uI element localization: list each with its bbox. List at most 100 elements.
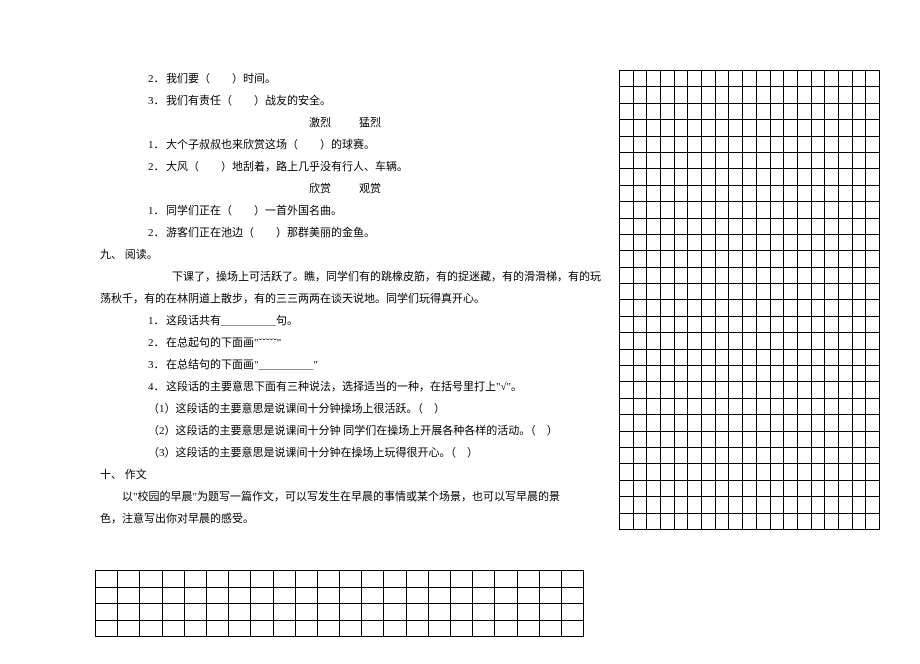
grid-cell	[206, 587, 228, 604]
grid-cell	[756, 398, 770, 414]
grid-cell	[852, 333, 866, 349]
grid-cell	[715, 202, 729, 218]
grid-cell	[702, 398, 716, 414]
grid-cell	[784, 267, 798, 283]
grid-cell	[838, 497, 852, 513]
grid-cell	[674, 497, 688, 513]
grid-cell	[674, 218, 688, 234]
grid-cell	[743, 284, 757, 300]
grid-cell	[495, 571, 517, 588]
grid-cell	[825, 316, 839, 332]
grid-cell	[784, 234, 798, 250]
grid-cell	[770, 316, 784, 332]
grid-cell	[340, 620, 362, 637]
grid-cell	[661, 71, 675, 87]
grid-cell	[619, 415, 633, 431]
grid-cell	[838, 120, 852, 136]
grid-cell	[838, 284, 852, 300]
grid-cell	[825, 513, 839, 529]
grid-cell	[647, 316, 661, 332]
grid-cell	[384, 620, 406, 637]
grid-cell	[633, 300, 647, 316]
grid-cell	[743, 415, 757, 431]
grid-cell	[273, 604, 295, 621]
grid-cell	[756, 234, 770, 250]
grid-cell	[852, 71, 866, 87]
grid-cell	[688, 431, 702, 447]
grid-cell	[756, 333, 770, 349]
grid-cell	[647, 267, 661, 283]
grid-cell	[619, 497, 633, 513]
grid-cell	[756, 267, 770, 283]
grid-cell	[647, 234, 661, 250]
grid-cell	[797, 120, 811, 136]
grid-cell	[688, 218, 702, 234]
grid-cell	[688, 398, 702, 414]
grid-cell	[866, 382, 880, 398]
grid-cell	[866, 71, 880, 87]
grid-cell	[362, 620, 384, 637]
grid-cell	[674, 251, 688, 267]
grid-cell	[229, 604, 251, 621]
grid-cell	[756, 497, 770, 513]
grid-cell	[715, 169, 729, 185]
grid-cell	[702, 513, 716, 529]
grid-cell	[729, 169, 743, 185]
grid-cell	[797, 71, 811, 87]
grid-cell	[825, 480, 839, 496]
grid-cell	[674, 202, 688, 218]
grid-cell	[619, 251, 633, 267]
grid-cell	[729, 202, 743, 218]
item-text: 同学们正在（ ）一首外国名曲。	[166, 205, 342, 217]
grid-cell	[561, 604, 583, 621]
grid-cell	[866, 447, 880, 463]
grid-cell	[825, 120, 839, 136]
grid-cell	[428, 571, 450, 588]
grid-cell	[866, 366, 880, 382]
grid-cell	[647, 497, 661, 513]
grid-cell	[715, 218, 729, 234]
grid-cell	[743, 251, 757, 267]
grid-cell	[674, 185, 688, 201]
grid-cell	[96, 587, 118, 604]
grid-cell	[784, 136, 798, 152]
grid-cell	[729, 497, 743, 513]
grid-cell	[647, 300, 661, 316]
grid-cell	[784, 202, 798, 218]
grid-cell	[797, 152, 811, 168]
grid-cell	[866, 234, 880, 250]
grid-cell	[702, 497, 716, 513]
grid-cell	[784, 480, 798, 496]
grid-cell	[770, 333, 784, 349]
grid-cell	[619, 267, 633, 283]
grid-cell	[825, 202, 839, 218]
grid-cell	[797, 218, 811, 234]
grid-cell	[317, 604, 339, 621]
grid-cell	[852, 513, 866, 529]
grid-cell	[797, 185, 811, 201]
grid-cell	[811, 103, 825, 119]
grid-cell	[811, 349, 825, 365]
grid-cell	[118, 620, 140, 637]
grid-cell	[866, 497, 880, 513]
option-item: （3）这段话的主要意思是说课间十分钟在操场上玩得很开心。（ ）	[100, 442, 590, 464]
grid-cell	[852, 366, 866, 382]
grid-cell	[784, 333, 798, 349]
grid-cell	[743, 513, 757, 529]
grid-cell	[384, 604, 406, 621]
grid-cell	[770, 218, 784, 234]
grid-cell	[825, 169, 839, 185]
grid-cell	[674, 316, 688, 332]
grid-cell	[797, 103, 811, 119]
grid-cell	[633, 333, 647, 349]
grid-cell	[688, 87, 702, 103]
composition-body: 色，注意写出你对早晨的感受。	[100, 508, 590, 530]
grid-cell	[688, 497, 702, 513]
grid-cell	[674, 284, 688, 300]
grid-cell	[317, 620, 339, 637]
item-num: 1．	[148, 134, 166, 156]
grid-cell	[852, 169, 866, 185]
grid-cell	[743, 447, 757, 463]
grid-cell	[295, 620, 317, 637]
grid-cell	[362, 571, 384, 588]
